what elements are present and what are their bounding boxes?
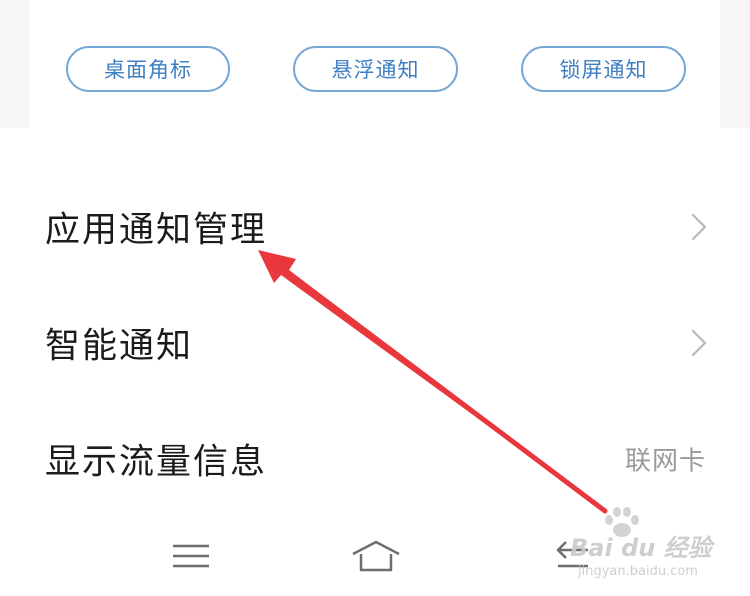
settings-item-app-notification-management[interactable]: 应用通知管理 <box>0 168 750 286</box>
notification-style-panel: 桌面角标 悬浮通知 锁屏通知 <box>0 0 750 128</box>
settings-item-show-traffic-info[interactable]: 显示流量信息 联网卡 <box>0 400 750 518</box>
settings-item-label: 显示流量信息 <box>45 442 268 483</box>
lockscreen-notification-button[interactable]: 锁屏通知 <box>521 46 686 92</box>
floating-notification-button[interactable]: 悬浮通知 <box>293 46 458 92</box>
settings-item-label: 应用通知管理 <box>45 210 268 251</box>
chevron-right-icon <box>691 213 707 241</box>
desktop-badge-button[interactable]: 桌面角标 <box>66 46 230 92</box>
settings-item-value: 联网卡 <box>624 446 706 477</box>
settings-item-smart-notification[interactable]: 智能通知 <box>0 284 750 402</box>
chevron-right-icon <box>691 329 707 357</box>
menu-icon[interactable] <box>165 536 217 576</box>
settings-item-label: 智能通知 <box>45 326 194 367</box>
home-icon[interactable] <box>350 536 402 576</box>
watermark-text: Bai du 经验 <box>570 534 712 562</box>
watermark-url: jingyan.baidu.com <box>578 564 698 579</box>
baidu-jingyan-watermark: Bai du 经验 jingyan.baidu.com <box>566 506 716 588</box>
